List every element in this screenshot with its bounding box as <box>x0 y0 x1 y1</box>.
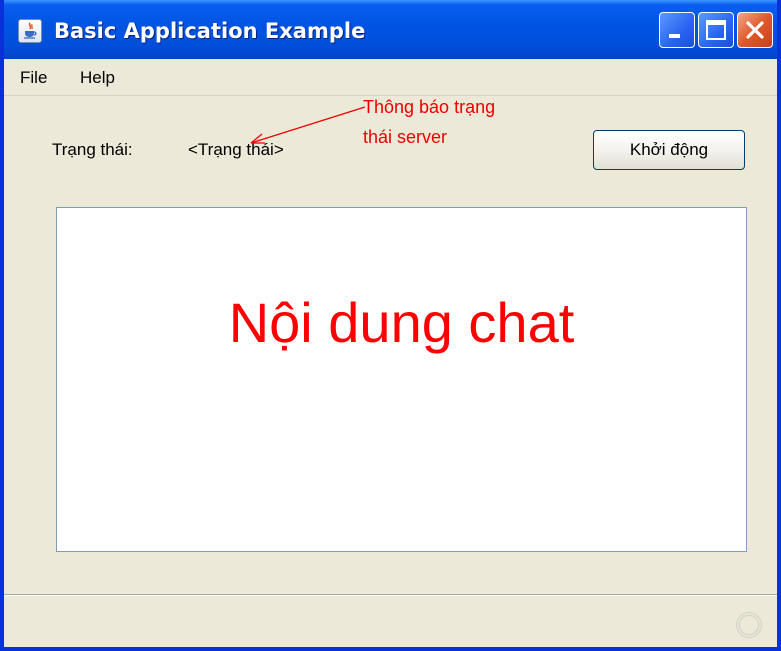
status-label: Trạng thái: <box>52 140 133 159</box>
annotation-line-1: Thông báo trạng <box>363 97 496 117</box>
menu-bar: File Help <box>4 59 777 96</box>
minimize-button[interactable] <box>659 12 695 48</box>
status-bar-separator <box>4 594 777 596</box>
window-title: Basic Application Example <box>54 19 366 43</box>
close-button[interactable] <box>737 12 773 48</box>
annotation-note: Thông báo trạng thái server <box>363 92 583 152</box>
minimize-icon <box>669 34 680 38</box>
annotation-line-2: thái server <box>363 127 448 147</box>
menu-file[interactable]: File <box>20 68 47 88</box>
close-icon <box>746 21 764 39</box>
start-button[interactable]: Khởi động <box>593 130 745 170</box>
busy-indicator-icon <box>736 612 762 638</box>
chat-content-area[interactable] <box>56 207 747 552</box>
maximize-button[interactable] <box>698 12 734 48</box>
title-bar[interactable]: Basic Application Example <box>4 0 777 59</box>
maximize-icon <box>706 20 726 40</box>
java-cup-icon[interactable] <box>18 19 42 43</box>
menu-help[interactable]: Help <box>80 68 115 88</box>
status-value: <Trạng thái> <box>188 140 284 159</box>
application-window: Basic Application Example File Help Trạn… <box>0 0 781 651</box>
